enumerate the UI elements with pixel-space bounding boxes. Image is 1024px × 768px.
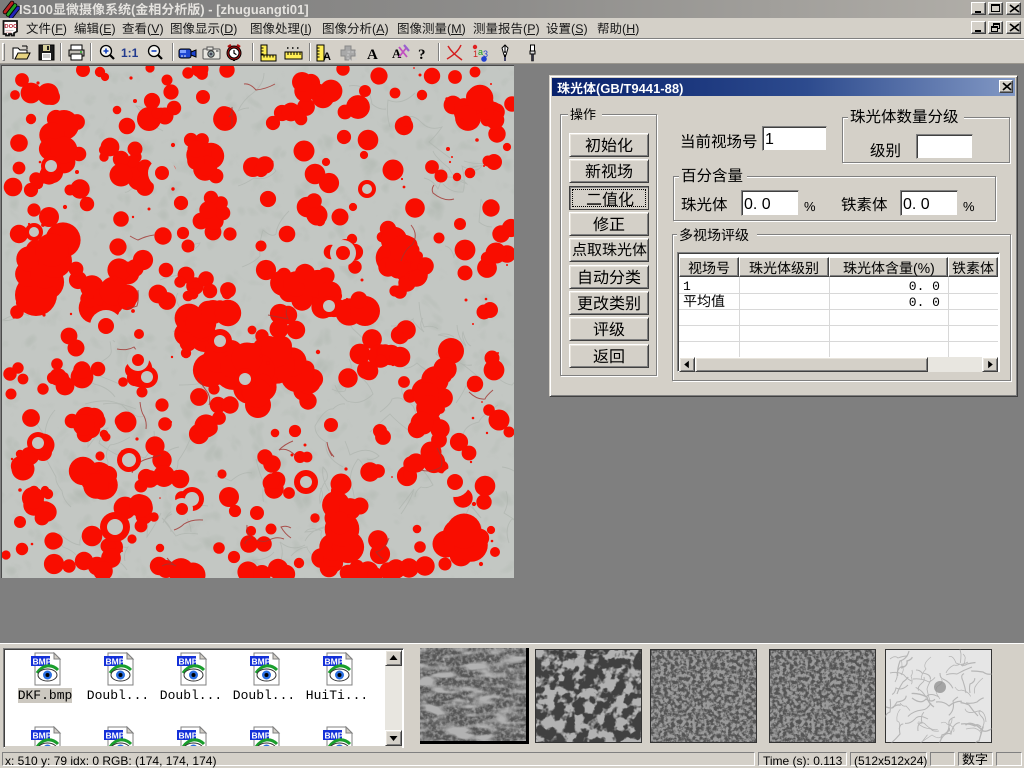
svg-text:DOC: DOC — [4, 24, 18, 30]
svg-text:A: A — [367, 47, 378, 63]
svg-text:?: ? — [418, 47, 426, 63]
svg-text:A: A — [323, 51, 331, 63]
svg-text:1:1: 1:1 — [121, 46, 139, 60]
